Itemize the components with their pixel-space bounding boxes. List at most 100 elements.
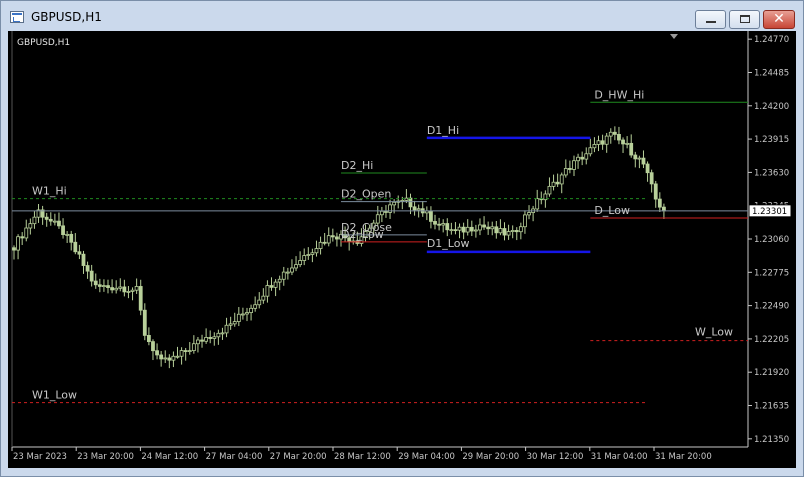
x-tick-label: 24 Mar 12:00 bbox=[141, 452, 198, 462]
candle-body bbox=[44, 216, 49, 220]
candle-body bbox=[32, 216, 37, 225]
candle-body bbox=[404, 197, 409, 201]
candle-body bbox=[310, 252, 315, 255]
candle-body bbox=[61, 225, 65, 236]
candle-body bbox=[429, 210, 433, 222]
candle-body bbox=[551, 181, 556, 187]
candle-body bbox=[175, 355, 180, 358]
y-tick-label: 1.21350 bbox=[754, 435, 789, 445]
candle-body bbox=[110, 287, 114, 291]
candle-body bbox=[379, 210, 384, 216]
candle-body bbox=[142, 309, 147, 336]
y-tick-label: 1.21920 bbox=[754, 368, 789, 378]
candle-body bbox=[89, 270, 94, 282]
x-tick-label: 27 Mar 04:00 bbox=[206, 452, 263, 462]
candle-body bbox=[212, 336, 217, 339]
candle-body bbox=[572, 160, 576, 170]
candle-body bbox=[183, 350, 188, 352]
candle-body bbox=[28, 223, 33, 229]
candle-body bbox=[240, 313, 245, 316]
candle-body bbox=[465, 226, 470, 233]
candle-body bbox=[102, 285, 106, 287]
y-tick-label: 1.24485 bbox=[754, 68, 789, 78]
candle-body bbox=[138, 286, 143, 311]
candle-body bbox=[490, 226, 495, 230]
y-tick-label: 1.22490 bbox=[754, 302, 789, 312]
chart-shift-marker-icon[interactable] bbox=[670, 34, 678, 39]
y-tick-label: 1.23630 bbox=[754, 168, 789, 178]
candle-body bbox=[126, 291, 131, 293]
candle-body bbox=[155, 350, 159, 356]
candle-body bbox=[653, 183, 658, 200]
x-tick-label: 29 Mar 04:00 bbox=[398, 452, 455, 462]
candle-body bbox=[330, 235, 335, 238]
candle-body bbox=[445, 223, 450, 231]
candle-body bbox=[600, 140, 605, 145]
candle-body bbox=[596, 140, 601, 145]
candle-body bbox=[612, 131, 617, 135]
candle-body bbox=[453, 229, 458, 232]
candle-body bbox=[265, 285, 270, 297]
candle-body bbox=[285, 271, 290, 274]
candle-body bbox=[494, 226, 499, 234]
candle-body bbox=[478, 224, 482, 231]
candle-body bbox=[77, 251, 82, 255]
x-tick-label: 28 Mar 12:00 bbox=[334, 452, 391, 462]
y-tick-label: 1.21635 bbox=[754, 402, 789, 412]
candle-body bbox=[604, 135, 609, 145]
candle-body bbox=[220, 332, 225, 335]
candle-body bbox=[261, 295, 266, 301]
candle-body bbox=[535, 198, 540, 210]
candle-body bbox=[204, 337, 209, 342]
candle-body bbox=[97, 284, 102, 287]
candle-body bbox=[114, 287, 119, 291]
candle-body bbox=[245, 312, 249, 315]
candle-body bbox=[559, 174, 564, 185]
x-tick-label: 23 Mar 20:00 bbox=[77, 452, 134, 462]
candle-body bbox=[384, 210, 388, 213]
candle-body bbox=[122, 286, 127, 293]
candle-body bbox=[486, 226, 491, 230]
candle-body bbox=[24, 227, 29, 239]
candle-body bbox=[73, 241, 78, 253]
candle-body bbox=[473, 229, 478, 232]
candle-body bbox=[584, 153, 589, 160]
level-label-d-hw-hi: D_HW_Hi bbox=[594, 88, 644, 101]
chart-symbol-label: GBPUSD,H1 bbox=[17, 38, 71, 48]
level-label-d-low: D_Low bbox=[594, 204, 630, 217]
y-tick-label: 1.23060 bbox=[754, 235, 789, 245]
price-chart[interactable]: 1.24770 1.24485 1.24200 1.23915 1.23630 1.233… bbox=[0, 0, 804, 477]
y-tick-label: 1.22775 bbox=[754, 268, 789, 278]
candle-body bbox=[392, 201, 397, 206]
candle-body bbox=[563, 168, 568, 176]
candle-body bbox=[20, 236, 25, 239]
candle-body bbox=[588, 147, 593, 155]
candle-body bbox=[608, 131, 613, 137]
candle-body bbox=[645, 163, 650, 174]
x-tick-label: 30 Mar 12:00 bbox=[527, 452, 584, 462]
candle-body bbox=[118, 286, 123, 289]
y-tick-label: 1.24770 bbox=[754, 35, 789, 45]
candle-body bbox=[48, 218, 53, 222]
candle-body bbox=[502, 228, 507, 236]
candle-body bbox=[649, 172, 654, 185]
candle-body bbox=[527, 212, 531, 216]
candle-body bbox=[281, 271, 286, 280]
candle-body bbox=[224, 324, 229, 334]
candle-body bbox=[322, 241, 327, 244]
candle-body bbox=[482, 224, 486, 228]
candle-body bbox=[163, 357, 168, 360]
y-tick-label: 1.22205 bbox=[754, 335, 789, 345]
candle-body bbox=[253, 304, 258, 309]
level-label-w1-low: W1_Low bbox=[32, 389, 77, 402]
level-label-w-low: W_Low bbox=[695, 326, 733, 339]
candle-body bbox=[514, 230, 519, 233]
candle-body bbox=[294, 264, 298, 269]
candle-body bbox=[187, 350, 192, 352]
x-tick-label: 23 Mar 2023 bbox=[13, 452, 67, 462]
candle-body bbox=[408, 197, 413, 208]
candle-body bbox=[130, 289, 135, 292]
candle-body bbox=[106, 285, 110, 288]
candle-body bbox=[498, 228, 503, 234]
candle-body bbox=[621, 139, 625, 145]
